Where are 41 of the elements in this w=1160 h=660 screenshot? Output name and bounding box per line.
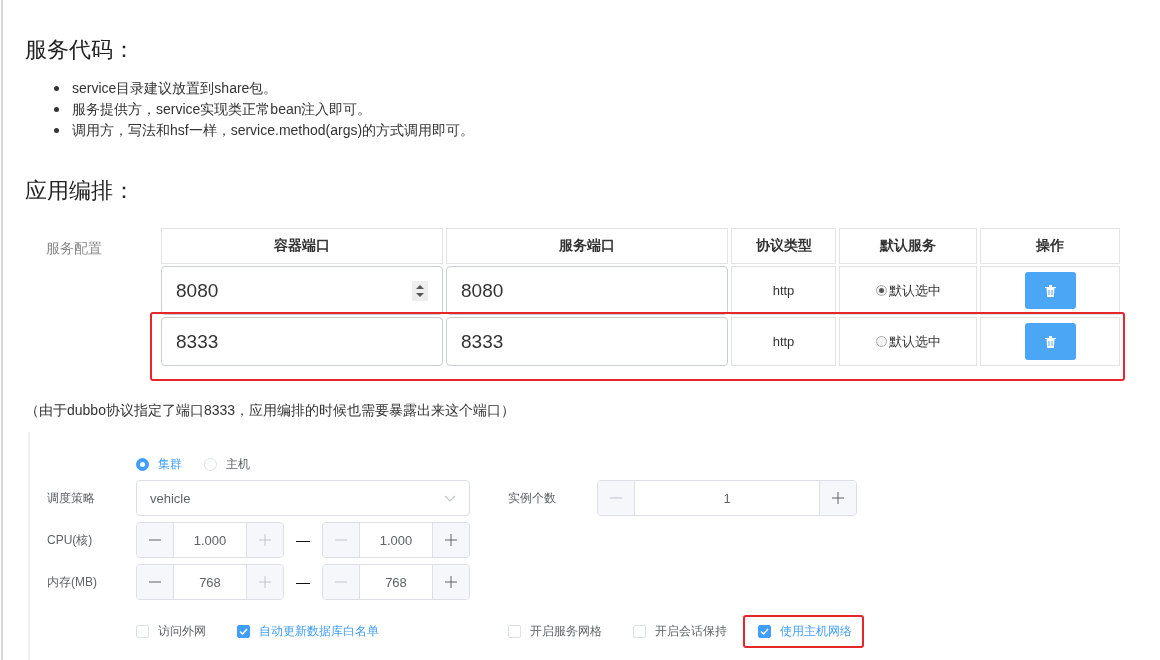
check-icon <box>760 628 769 635</box>
check-icon <box>239 628 248 635</box>
column-header: 服务端口 <box>446 228 728 264</box>
trash-icon <box>1044 335 1056 348</box>
bullet-text: service目录建议放置到share包。 <box>72 79 278 98</box>
trash-icon <box>1044 284 1056 297</box>
field-label: 内存(MB) <box>47 573 98 591</box>
delete-button[interactable] <box>1024 323 1076 360</box>
column-header: 协议类型 <box>731 228 836 264</box>
bullet-icon <box>54 107 59 112</box>
port-input[interactable]: 8080 <box>161 266 443 315</box>
table-cell: http <box>731 266 836 315</box>
field-label: 服务配置 <box>45 240 103 258</box>
section-heading: 服务代码： <box>25 36 136 64</box>
column-header: 默认服务 <box>839 228 977 264</box>
field-label: 调度策略 <box>47 489 96 507</box>
field-label: 实例个数 <box>508 489 557 507</box>
range-separator: — <box>295 532 311 548</box>
section-heading: 应用编排： <box>25 177 136 205</box>
column-header: 操作 <box>980 228 1120 264</box>
option-checkbox[interactable]: 开启服务网格 <box>493 615 614 648</box>
port-input[interactable]: 8333 <box>161 317 443 366</box>
chevron-down-icon <box>444 494 456 502</box>
port-input[interactable]: 8333 <box>446 317 728 366</box>
field-label: CPU(核) <box>47 531 94 549</box>
bullet-text: 调用方，写法和hsf一样，service.method(args)的方式调用即可。 <box>72 121 475 140</box>
note-text: （由于dubbo协议指定了端口8333，应用编排的时候也需要暴露出来这个端口） <box>25 402 516 418</box>
delete-button[interactable] <box>1024 272 1076 309</box>
spinner-icon[interactable] <box>412 280 428 301</box>
default-radio[interactable]: 默认选中 <box>875 281 941 300</box>
bullet-text: 服务提供方，service实现类正常bean注入即可。 <box>72 100 372 119</box>
default-radio[interactable]: 默认选中 <box>875 332 941 351</box>
table-cell: http <box>731 317 836 366</box>
option-checkbox[interactable]: 开启会话保持 <box>618 615 739 648</box>
bullet-icon <box>54 86 59 91</box>
bullet-icon <box>54 128 59 133</box>
mode-radio[interactable]: 主机 <box>204 455 250 473</box>
range-separator: — <box>295 574 311 590</box>
option-checkbox[interactable]: 访问外网 <box>121 615 218 648</box>
port-input[interactable]: 8080 <box>446 266 728 315</box>
strategy-select[interactable]: vehicle <box>136 480 470 516</box>
